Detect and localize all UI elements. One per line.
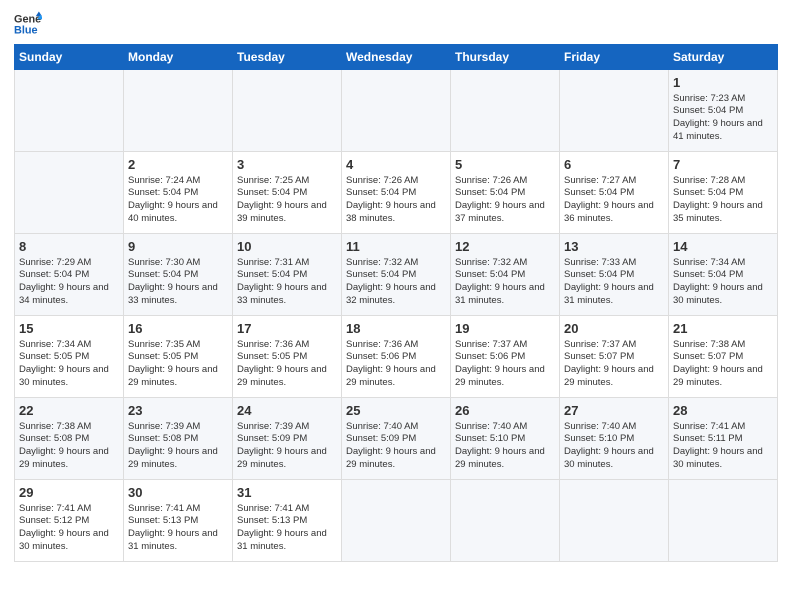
empty-cell — [451, 70, 560, 152]
day-number: 1 — [673, 74, 773, 92]
day-number: 24 — [237, 402, 337, 420]
empty-cell — [560, 480, 669, 562]
col-header-thursday: Thursday — [451, 45, 560, 70]
day-number: 18 — [346, 320, 446, 338]
day-cell-28: 28Sunrise: 7:41 AMSunset: 5:11 PMDayligh… — [669, 398, 778, 480]
day-cell-16: 16Sunrise: 7:35 AMSunset: 5:05 PMDayligh… — [124, 316, 233, 398]
empty-cell — [15, 70, 124, 152]
day-cell-17: 17Sunrise: 7:36 AMSunset: 5:05 PMDayligh… — [233, 316, 342, 398]
day-number: 14 — [673, 238, 773, 256]
empty-cell — [15, 152, 124, 234]
day-cell-26: 26Sunrise: 7:40 AMSunset: 5:10 PMDayligh… — [451, 398, 560, 480]
col-header-friday: Friday — [560, 45, 669, 70]
empty-cell — [560, 70, 669, 152]
col-header-sunday: Sunday — [15, 45, 124, 70]
empty-cell — [342, 70, 451, 152]
logo-icon: General Blue — [14, 10, 42, 38]
day-cell-18: 18Sunrise: 7:36 AMSunset: 5:06 PMDayligh… — [342, 316, 451, 398]
day-number: 2 — [128, 156, 228, 174]
day-number: 11 — [346, 238, 446, 256]
day-number: 16 — [128, 320, 228, 338]
day-number: 3 — [237, 156, 337, 174]
day-number: 9 — [128, 238, 228, 256]
day-cell-8: 8Sunrise: 7:29 AMSunset: 5:04 PMDaylight… — [15, 234, 124, 316]
day-cell-22: 22Sunrise: 7:38 AMSunset: 5:08 PMDayligh… — [15, 398, 124, 480]
day-cell-12: 12Sunrise: 7:32 AMSunset: 5:04 PMDayligh… — [451, 234, 560, 316]
day-cell-10: 10Sunrise: 7:31 AMSunset: 5:04 PMDayligh… — [233, 234, 342, 316]
day-cell-11: 11Sunrise: 7:32 AMSunset: 5:04 PMDayligh… — [342, 234, 451, 316]
svg-text:Blue: Blue — [14, 24, 38, 36]
day-cell-4: 4Sunrise: 7:26 AMSunset: 5:04 PMDaylight… — [342, 152, 451, 234]
day-cell-21: 21Sunrise: 7:38 AMSunset: 5:07 PMDayligh… — [669, 316, 778, 398]
empty-cell — [233, 70, 342, 152]
day-number: 25 — [346, 402, 446, 420]
day-cell-14: 14Sunrise: 7:34 AMSunset: 5:04 PMDayligh… — [669, 234, 778, 316]
day-cell-23: 23Sunrise: 7:39 AMSunset: 5:08 PMDayligh… — [124, 398, 233, 480]
day-number: 20 — [564, 320, 664, 338]
day-number: 23 — [128, 402, 228, 420]
day-cell-1: 1Sunrise: 7:23 AMSunset: 5:04 PMDaylight… — [669, 70, 778, 152]
day-cell-6: 6Sunrise: 7:27 AMSunset: 5:04 PMDaylight… — [560, 152, 669, 234]
day-number: 10 — [237, 238, 337, 256]
col-header-tuesday: Tuesday — [233, 45, 342, 70]
day-number: 19 — [455, 320, 555, 338]
day-number: 15 — [19, 320, 119, 338]
day-cell-3: 3Sunrise: 7:25 AMSunset: 5:04 PMDaylight… — [233, 152, 342, 234]
day-number: 22 — [19, 402, 119, 420]
day-number: 4 — [346, 156, 446, 174]
day-cell-29: 29Sunrise: 7:41 AMSunset: 5:12 PMDayligh… — [15, 480, 124, 562]
day-number: 21 — [673, 320, 773, 338]
day-cell-15: 15Sunrise: 7:34 AMSunset: 5:05 PMDayligh… — [15, 316, 124, 398]
day-cell-19: 19Sunrise: 7:37 AMSunset: 5:06 PMDayligh… — [451, 316, 560, 398]
day-number: 13 — [564, 238, 664, 256]
empty-cell — [669, 480, 778, 562]
empty-cell — [451, 480, 560, 562]
day-number: 5 — [455, 156, 555, 174]
day-number: 7 — [673, 156, 773, 174]
day-number: 31 — [237, 484, 337, 502]
day-number: 27 — [564, 402, 664, 420]
day-cell-27: 27Sunrise: 7:40 AMSunset: 5:10 PMDayligh… — [560, 398, 669, 480]
day-number: 30 — [128, 484, 228, 502]
calendar-container: General Blue SundayMondayTuesdayWednesda… — [0, 0, 792, 570]
day-cell-24: 24Sunrise: 7:39 AMSunset: 5:09 PMDayligh… — [233, 398, 342, 480]
day-cell-31: 31Sunrise: 7:41 AMSunset: 5:13 PMDayligh… — [233, 480, 342, 562]
header-row-days: SundayMondayTuesdayWednesdayThursdayFrid… — [15, 45, 778, 70]
day-cell-30: 30Sunrise: 7:41 AMSunset: 5:13 PMDayligh… — [124, 480, 233, 562]
day-cell-13: 13Sunrise: 7:33 AMSunset: 5:04 PMDayligh… — [560, 234, 669, 316]
calendar-table: SundayMondayTuesdayWednesdayThursdayFrid… — [14, 44, 778, 562]
col-header-monday: Monday — [124, 45, 233, 70]
day-cell-2: 2Sunrise: 7:24 AMSunset: 5:04 PMDaylight… — [124, 152, 233, 234]
day-cell-5: 5Sunrise: 7:26 AMSunset: 5:04 PMDaylight… — [451, 152, 560, 234]
col-header-saturday: Saturday — [669, 45, 778, 70]
day-number: 6 — [564, 156, 664, 174]
day-number: 29 — [19, 484, 119, 502]
day-number: 8 — [19, 238, 119, 256]
col-header-wednesday: Wednesday — [342, 45, 451, 70]
day-number: 26 — [455, 402, 555, 420]
header-row: General Blue — [14, 10, 778, 38]
day-cell-9: 9Sunrise: 7:30 AMSunset: 5:04 PMDaylight… — [124, 234, 233, 316]
day-number: 17 — [237, 320, 337, 338]
empty-cell — [342, 480, 451, 562]
day-cell-7: 7Sunrise: 7:28 AMSunset: 5:04 PMDaylight… — [669, 152, 778, 234]
logo: General Blue — [14, 10, 42, 38]
day-cell-20: 20Sunrise: 7:37 AMSunset: 5:07 PMDayligh… — [560, 316, 669, 398]
empty-cell — [124, 70, 233, 152]
day-number: 12 — [455, 238, 555, 256]
day-number: 28 — [673, 402, 773, 420]
day-cell-25: 25Sunrise: 7:40 AMSunset: 5:09 PMDayligh… — [342, 398, 451, 480]
